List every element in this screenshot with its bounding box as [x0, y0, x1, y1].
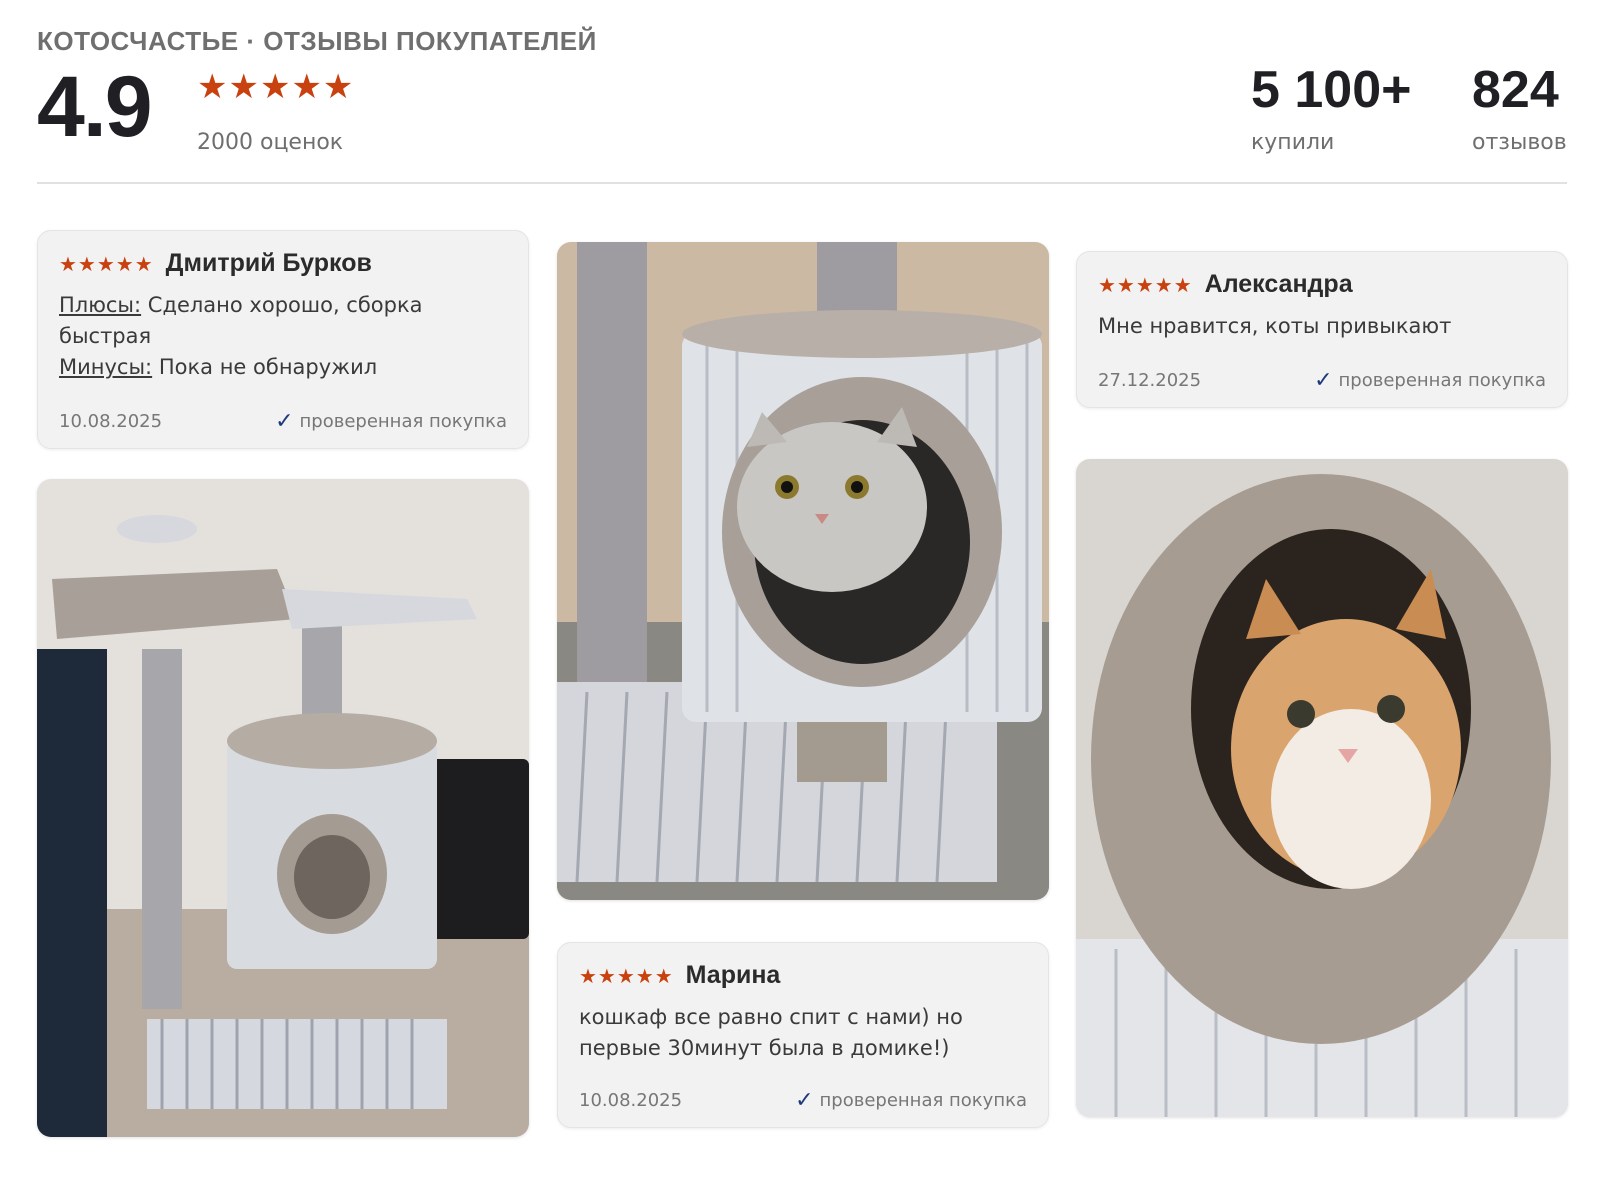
bought-value: 5 100+ [1251, 61, 1412, 119]
review-stars-icon: ★★★★★ [1098, 272, 1193, 297]
review-stars-icon: ★★★★★ [59, 251, 154, 276]
reviews-label: отзывов [1472, 130, 1567, 155]
ginger-cat-image [1076, 459, 1568, 1117]
review-card[interactable]: ★★★★★ Александра Мне нравится, коты прив… [1076, 251, 1568, 408]
cons-text: Пока не обнаружил [158, 355, 378, 379]
review-author: Марина [685, 961, 781, 989]
bought-label: купили [1251, 130, 1335, 155]
reviews-header: КОТОСЧАСТЬЕ · ОТЗЫВЫ ПОКУПАТЕЛЕЙ 4.9 ★★★… [37, 26, 1567, 184]
verified-badge: ✓ проверенная покупка [795, 1088, 1027, 1113]
gray-cat-image [557, 242, 1049, 900]
cat-tree-image [37, 479, 529, 1137]
review-photo-ginger-cat[interactable] [1076, 459, 1568, 1117]
review-author: Дмитрий Бурков [165, 249, 372, 277]
verified-label: проверенная покупка [819, 1090, 1027, 1111]
review-date: 10.08.2025 [579, 1090, 683, 1111]
review-text: Плюсы: Сделано хорошо, сборка быстрая Ми… [59, 290, 507, 383]
average-rating: 4.9 [37, 59, 153, 155]
rating-count: 2000 оценок [197, 130, 344, 155]
review-date: 27.12.2025 [1098, 370, 1202, 391]
review-photo-gray-cat[interactable] [557, 242, 1049, 900]
verified-badge: ✓ проверенная покупка [275, 409, 507, 434]
rating-stars-icon: ★★★★★ [197, 67, 355, 107]
stat-bought: 5 100+ купили [1251, 64, 1412, 155]
review-text: Мне нравится, коты привыкают [1098, 314, 1452, 338]
checkmark-icon: ✓ [275, 409, 294, 434]
verified-badge: ✓ проверенная покупка [1314, 368, 1546, 393]
review-card[interactable]: ★★★★★ Дмитрий Бурков Плюсы: Сделано хоро… [37, 230, 529, 449]
review-stars-icon: ★★★★★ [579, 963, 674, 988]
review-text: кошкаф все равно спит с нами) но первые … [579, 1005, 963, 1060]
verified-label: проверенная покупка [1338, 370, 1546, 391]
reviews-value: 824 [1472, 61, 1559, 119]
checkmark-icon: ✓ [1314, 368, 1333, 393]
checkmark-icon: ✓ [795, 1088, 814, 1113]
pros-label: Плюсы: [59, 293, 142, 317]
review-date: 10.08.2025 [59, 411, 163, 432]
review-card[interactable]: ★★★★★ Марина кошкаф все равно спит с нам… [557, 942, 1049, 1128]
stat-reviews: 824 отзывов [1472, 64, 1567, 155]
review-photo-cat-tree[interactable] [37, 479, 529, 1137]
cons-label: Минусы: [59, 355, 153, 379]
review-author: Александра [1204, 270, 1353, 298]
brand-title: КОТОСЧАСТЬЕ · ОТЗЫВЫ ПОКУПАТЕЛЕЙ [37, 26, 597, 56]
verified-label: проверенная покупка [299, 411, 507, 432]
